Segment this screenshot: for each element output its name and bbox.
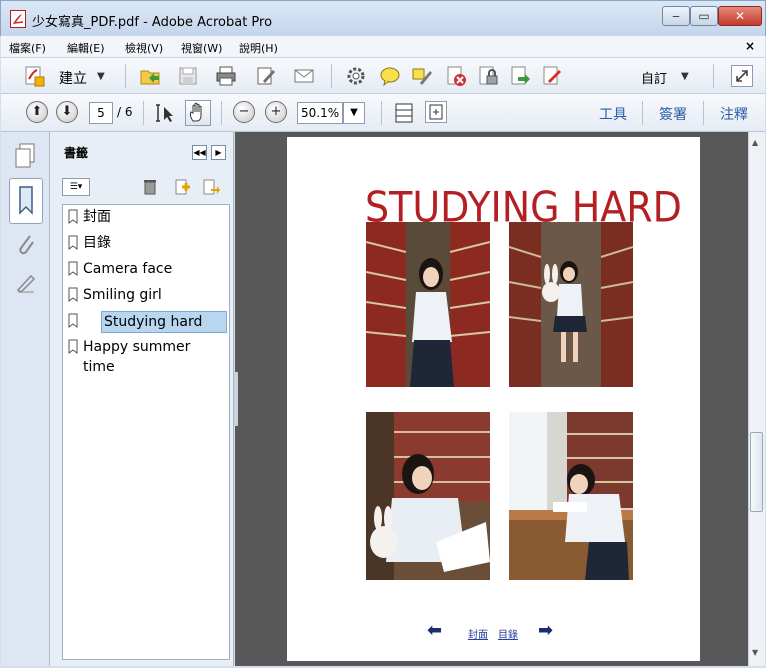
- bookmark-icon: [67, 339, 79, 355]
- bookmark-item-camera-face[interactable]: Camera face: [83, 259, 172, 279]
- print-icon[interactable]: [215, 65, 237, 87]
- separator: [381, 101, 382, 125]
- bookmark-item-studying-hard[interactable]: Studying hard: [101, 311, 227, 333]
- signatures-icon[interactable]: [15, 270, 37, 296]
- previous-page-arrow-icon[interactable]: ⬅: [427, 620, 442, 641]
- bookmark-icon: [67, 261, 79, 277]
- menu-view[interactable]: 檢視(V): [125, 40, 163, 56]
- main-toolbar: 建立 ▼ 自訂 ▼: [1, 58, 765, 94]
- email-icon[interactable]: [293, 65, 315, 87]
- nav-toc-link[interactable]: 目錄: [498, 626, 518, 641]
- page-thumbnails-icon[interactable]: [13, 142, 37, 170]
- photo-girl-at-desk: [509, 412, 633, 580]
- collapse-panel-icon[interactable]: ◀◀: [192, 145, 207, 160]
- menu-help[interactable]: 說明(H): [239, 40, 278, 56]
- zoom-out-icon[interactable]: −: [233, 101, 255, 123]
- menu-window[interactable]: 視窗(W): [181, 40, 222, 56]
- navigation-pane-strip: [1, 132, 50, 666]
- expand-view-icon[interactable]: [731, 65, 753, 87]
- delete-bookmark-icon[interactable]: [142, 178, 158, 196]
- bookmark-list: 封面 目錄 Camera face Smiling girl Studying …: [62, 204, 230, 660]
- maximize-button[interactable]: ▭: [690, 6, 718, 26]
- photo-girl-with-bunny: [509, 222, 633, 387]
- fit-page-icon[interactable]: [393, 102, 415, 124]
- scroll-up-icon[interactable]: ▲: [752, 138, 758, 147]
- customize-label[interactable]: 自訂: [641, 68, 667, 87]
- select-cursor-icon[interactable]: [153, 102, 175, 124]
- new-bookmark-icon[interactable]: [174, 178, 192, 196]
- zoom-level-input[interactable]: 50.1%: [297, 102, 343, 124]
- bookmark-item-cover[interactable]: 封面: [83, 207, 111, 227]
- navigation-toolbar: ⬆ ⬇ 5 / 6 − + 50.1% ▼ 工具 簽署 注釋: [1, 94, 765, 132]
- zoom-dropdown-icon[interactable]: ▼: [343, 102, 365, 124]
- highlight-icon[interactable]: [411, 65, 433, 87]
- bookmark-icon: [67, 313, 79, 329]
- separator: [703, 101, 704, 125]
- photo-girl-thinking: [366, 412, 490, 580]
- bookmark-icon: [67, 287, 79, 303]
- scrollbar-thumb[interactable]: [750, 432, 763, 512]
- secure-document-icon[interactable]: [477, 65, 499, 87]
- scroll-down-icon[interactable]: ▼: [752, 648, 758, 657]
- separator: [125, 64, 126, 88]
- attachments-paperclip-icon[interactable]: [15, 232, 37, 258]
- next-page-icon[interactable]: ⬇: [56, 101, 78, 123]
- settings-gear-icon[interactable]: [345, 65, 367, 87]
- page-number-input[interactable]: 5: [89, 102, 113, 124]
- sign-document-icon[interactable]: [541, 65, 563, 87]
- comment-link[interactable]: 注釋: [720, 104, 748, 124]
- window-title: 少女寫真_PDF.pdf - Adobe Acrobat Pro: [32, 15, 273, 30]
- delete-pdf-icon[interactable]: [445, 65, 467, 87]
- bookmark-icon: [67, 235, 79, 251]
- page-total: / 6: [117, 105, 133, 119]
- comment-bubble-icon[interactable]: [379, 65, 401, 87]
- create-pdf-icon[interactable]: [23, 65, 45, 87]
- hand-tool-icon[interactable]: [185, 100, 211, 126]
- next-page-arrow-icon[interactable]: ➡: [538, 620, 553, 641]
- separator: [331, 64, 332, 88]
- create-dropdown-icon[interactable]: ▼: [97, 71, 105, 82]
- bookmark-item-toc[interactable]: 目錄: [83, 233, 111, 253]
- minimize-button[interactable]: ‒: [662, 6, 690, 26]
- edit-document-icon[interactable]: [255, 65, 277, 87]
- full-screen-icon[interactable]: [425, 101, 447, 123]
- open-folder-icon[interactable]: [139, 65, 161, 87]
- close-window-button[interactable]: ✕: [718, 6, 762, 26]
- vertical-scrollbar[interactable]: ▲ ▼: [748, 132, 765, 666]
- panel-title: 書籤: [64, 146, 89, 160]
- photo-girl-library-shelf: [366, 222, 490, 387]
- menu-edit[interactable]: 編輯(E): [67, 40, 105, 56]
- bookmarks-icon[interactable]: [9, 178, 43, 224]
- bookmark-icon: [67, 209, 79, 225]
- nav-cover-link[interactable]: 封面: [468, 626, 488, 641]
- export-pdf-icon[interactable]: [509, 65, 531, 87]
- zoom-in-icon[interactable]: +: [265, 101, 287, 123]
- separator: [713, 64, 714, 88]
- bookmark-item-smiling-girl[interactable]: Smiling girl: [83, 285, 162, 305]
- save-icon[interactable]: [177, 65, 199, 87]
- previous-page-icon[interactable]: ⬆: [26, 101, 48, 123]
- bookmark-item-happy-summer-time[interactable]: Happy summer time: [83, 337, 195, 377]
- customize-dropdown-icon[interactable]: ▼: [681, 71, 689, 82]
- menu-file[interactable]: 檔案(F): [9, 40, 46, 56]
- sign-link[interactable]: 簽署: [659, 104, 687, 124]
- separator: [642, 101, 643, 125]
- bookmark-options-icon[interactable]: ☰▾: [62, 178, 90, 196]
- expand-panel-icon[interactable]: ▶: [211, 145, 226, 160]
- expand-bookmark-icon[interactable]: [202, 178, 220, 196]
- separator: [221, 101, 222, 125]
- acrobat-app-icon: [10, 10, 26, 28]
- menu-bar: 檔案(F) 編輯(E) 檢視(V) 視窗(W) 說明(H) ×: [1, 36, 765, 58]
- panel-resize-handle[interactable]: [234, 372, 238, 426]
- create-label[interactable]: 建立: [59, 68, 87, 88]
- tools-link[interactable]: 工具: [599, 104, 627, 124]
- close-document-button[interactable]: ×: [745, 39, 755, 53]
- separator: [143, 101, 144, 125]
- bookmarks-panel: 書籤 ◀◀ ▶ ☰▾ 封面 目錄 Camera face Smiling gir…: [50, 132, 234, 666]
